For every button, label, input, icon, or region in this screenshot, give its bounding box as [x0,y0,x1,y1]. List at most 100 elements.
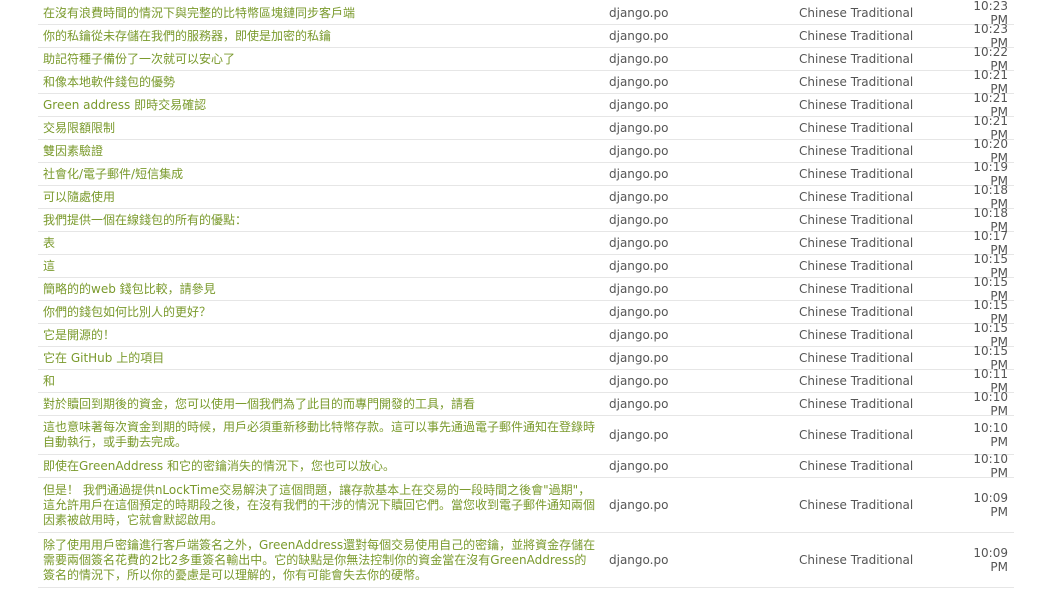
table-row: 除了使用用戶密鑰進行客戶端簽名之外，GreenAddress還對每個交易使用自己… [38,533,1014,588]
language-cell: Chinese Traditional [799,498,914,512]
language-cell: Chinese Traditional [799,167,914,181]
table-row: 它是開源的！ django.po Chinese Traditional 10:15 … [38,321,1014,349]
translation-string-link[interactable]: 除了使用用戶密鑰進行客戶端簽名之外，GreenAddress還對每個交易使用自己… [43,538,595,582]
table-row: 雙因素驗證 django.po Chinese Traditional 10:20 P… [38,137,1014,165]
translation-string-cell: 在沒有浪費時間的情況下與完整的比特幣區塊鏈同步客戶端 [38,6,603,21]
translation-string-link[interactable]: 雙因素驗證 [43,144,103,158]
resource-file-cell: django.po [609,459,669,473]
timestamp-cell: 10:10 PM [973,390,1008,418]
translation-string-link[interactable]: 對於贖回到期後的資金，您可以使用一個我們為了此目的而專門開發的工具，請看 [43,397,475,411]
resource-file-cell: django.po [609,190,669,204]
resource-file-cell: django.po [609,428,669,442]
language-cell: Chinese Traditional [799,213,914,227]
translation-string-link[interactable]: 它是開源的！ [43,328,115,342]
translation-string-link[interactable]: 交易限額限制 [43,121,115,135]
resource-file-cell: django.po [609,282,669,296]
language-cell: Chinese Traditional [799,553,914,567]
translation-string-link[interactable]: 它在 GitHub 上的項目 [43,351,164,365]
table-row: 它在 GitHub 上的項目 django.po Chinese Tradition… [38,344,1014,372]
table-row: 簡略的的web 錢包比較，請參見 django.po Chinese Traditi… [38,275,1014,303]
resource-file-cell: django.po [609,121,669,135]
translation-string-link[interactable]: 在沒有浪費時間的情況下與完整的比特幣區塊鏈同步客戶端 [43,6,355,20]
resource-file-cell: django.po [609,328,669,342]
translation-string-link[interactable]: 可以隨處使用 [43,190,115,204]
resource-file-cell: django.po [609,144,669,158]
table-row: Green address 即時交易確認 django.po Chinese Tra… [38,91,1014,119]
translation-string-link[interactable]: 我們提供一個在線錢包的所有的優點： [43,213,247,227]
resource-file-cell: django.po [609,397,669,411]
translation-string-cell: 和 [38,374,603,389]
language-cell: Chinese Traditional [799,121,914,135]
translation-string-link[interactable]: 你的私鑰從未存儲在我們的服務器，即使是加密的私鑰 [43,29,331,43]
resource-file-cell: django.po [609,553,669,567]
translation-string-link[interactable]: 簡略的的web 錢包比較，請參見 [43,282,216,296]
translation-string-link[interactable]: 即使在GreenAddress 和它的密鑰消失的情況下，您也可以放心。 [43,459,395,473]
translation-string-cell: 這也意味著每次資金到期的時候，用戶必須重新移動比特幣存款。這可以事先通過電子郵件… [38,420,603,450]
translation-string-cell: 簡略的的web 錢包比較，請參見 [38,282,603,297]
resource-file-cell: django.po [609,98,669,112]
translation-string-link[interactable]: 這也意味著每次資金到期的時候，用戶必須重新移動比特幣存款。這可以事先通過電子郵件… [43,420,595,449]
timestamp-cell: 10:09 PM [973,491,1008,519]
table-row: 表 django.po Chinese Traditional 10:17 PM [38,229,1014,257]
translation-string-cell: 對於贖回到期後的資金，您可以使用一個我們為了此目的而專門開發的工具，請看 [38,397,603,412]
translation-string-cell: 助記符種子備份了一次就可以安心了 [38,52,603,67]
table-row: 交易限額限制 django.po Chinese Traditional 10:21 … [38,114,1014,142]
language-cell: Chinese Traditional [799,374,914,388]
translation-string-link[interactable]: 助記符種子備份了一次就可以安心了 [43,52,235,66]
table-row: 在沒有浪費時間的情況下與完整的比特幣區塊鏈同步客戶端 django.po Chine… [38,0,1014,27]
translation-string-link[interactable]: 表 [43,236,55,250]
translation-string-cell: 表 [38,236,603,251]
language-cell: Chinese Traditional [799,259,914,273]
table-row: 你們的錢包如何比別人的更好？ django.po Chinese Tradition… [38,298,1014,326]
translation-string-cell: 它在 GitHub 上的項目 [38,351,603,366]
table-row: 但是！ 我們通過提供nLockTime交易解決了這個問題，讓存款基本上在交易的一… [38,478,1014,533]
translation-string-cell: 這 [38,259,603,274]
language-cell: Chinese Traditional [799,459,914,473]
resource-file-cell: django.po [609,236,669,250]
translation-string-cell: Green address 即時交易確認 [38,98,603,113]
table-row: 即使在GreenAddress 和它的密鑰消失的情況下，您也可以放心。 djang… [38,452,1014,480]
language-cell: Chinese Traditional [799,190,914,204]
timestamp-cell: 10:10 PM [973,452,1008,480]
translation-string-cell: 除了使用用戶密鑰進行客戶端簽名之外，GreenAddress還對每個交易使用自己… [38,538,603,583]
translation-string-cell: 交易限額限制 [38,121,603,136]
timestamp-cell: 10:09 PM [973,546,1008,574]
resource-file-cell: django.po [609,305,669,319]
translation-string-link[interactable]: 但是！ 我們通過提供nLockTime交易解決了這個問題，讓存款基本上在交易的一… [43,483,595,527]
resource-file-cell: django.po [609,351,669,365]
language-cell: Chinese Traditional [799,305,914,319]
translation-string-cell: 可以隨處使用 [38,190,603,205]
translation-string-link[interactable]: 你們的錢包如何比別人的更好？ [43,305,211,319]
translation-string-cell: 雙因素驗證 [38,144,603,159]
table-row: 這 django.po Chinese Traditional 10:15 PM [38,252,1014,280]
translation-string-link[interactable]: 和 [43,374,55,388]
resource-file-cell: django.po [609,213,669,227]
resource-file-cell: django.po [609,52,669,66]
translation-string-link[interactable]: 社會化/電子郵件/短信集成 [43,167,183,181]
language-cell: Chinese Traditional [799,428,914,442]
translation-string-cell: 即使在GreenAddress 和它的密鑰消失的情況下，您也可以放心。 [38,459,603,474]
language-cell: Chinese Traditional [799,282,914,296]
language-cell: Chinese Traditional [799,351,914,365]
translation-string-cell: 但是！ 我們通過提供nLockTime交易解決了這個問題，讓存款基本上在交易的一… [38,483,603,528]
language-cell: Chinese Traditional [799,75,914,89]
resource-file-cell: django.po [609,29,669,43]
table-row: 社會化/電子郵件/短信集成 django.po Chinese Traditiona… [38,160,1014,188]
table-row: 和像本地軟件錢包的優勢 django.po Chinese Traditional 1… [38,68,1014,96]
translation-string-link[interactable]: Green address 即時交易確認 [43,98,206,112]
translation-string-link[interactable]: 這 [43,259,55,273]
language-cell: Chinese Traditional [799,6,914,20]
language-cell: Chinese Traditional [799,29,914,43]
resource-file-cell: django.po [609,6,669,20]
translation-string-cell: 你的私鑰從未存儲在我們的服務器，即使是加密的私鑰 [38,29,603,44]
translation-string-cell: 和像本地軟件錢包的優勢 [38,75,603,90]
table-row: 和 django.po Chinese Traditional 10:11 PM [38,367,1014,395]
table-row: 這也意味著每次資金到期的時候，用戶必須重新移動比特幣存款。這可以事先通過電子郵件… [38,416,1014,455]
table-row: 可以隨處使用 django.po Chinese Traditional 10:18 … [38,183,1014,211]
translation-string-cell: 社會化/電子郵件/短信集成 [38,167,603,182]
language-cell: Chinese Traditional [799,52,914,66]
translation-string-cell: 它是開源的！ [38,328,603,343]
resource-file-cell: django.po [609,498,669,512]
timestamp-cell: 10:10 PM [973,421,1008,449]
translation-string-link[interactable]: 和像本地軟件錢包的優勢 [43,75,175,89]
